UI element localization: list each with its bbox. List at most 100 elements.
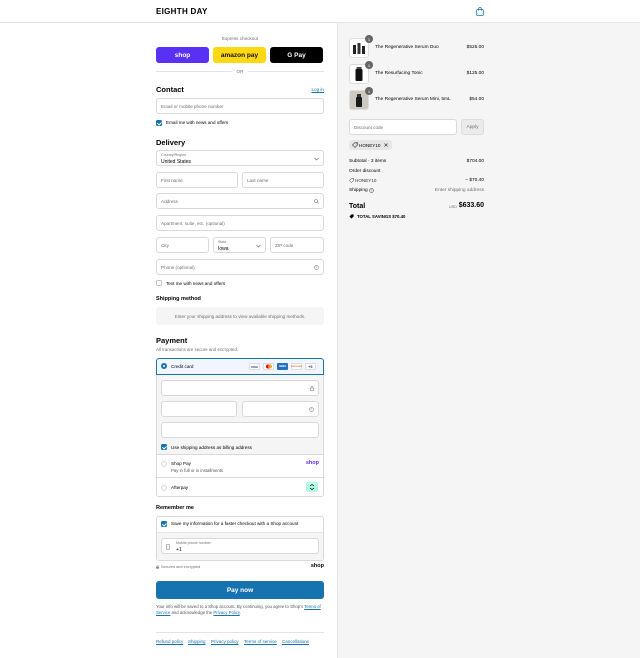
city-field[interactable]: City — [156, 237, 209, 253]
shop-pay-logo: shop — [305, 460, 319, 466]
shop-pay-option[interactable] — [156, 454, 324, 478]
order-discount-label: Order discount — [349, 169, 381, 174]
afterpay-label: Afterpay — [171, 485, 189, 490]
total-label: Total — [349, 203, 366, 210]
discount-amount: − $70.40 — [465, 178, 484, 183]
total-savings-label: TOTAL SAVINGS $70.40 — [357, 214, 405, 219]
apply-label: Apply — [466, 124, 479, 130]
item-price: $54.00 — [469, 97, 484, 102]
close-icon[interactable] — [384, 143, 388, 147]
item-price: $525.00 — [466, 45, 484, 50]
quantity-badge: 1 — [365, 87, 373, 95]
shipping-message-box: Enter your shipping address to view avai… — [156, 307, 324, 325]
state-select[interactable]: State Iowa — [213, 237, 266, 253]
country-select[interactable]: Country/Region United States — [156, 150, 324, 166]
discount-code-field[interactable]: Discount code — [349, 119, 457, 135]
save-info-checkbox[interactable] — [161, 521, 167, 527]
pay-note-period: . — [239, 610, 241, 615]
total-value: $633.60 — [458, 202, 484, 209]
help-icon[interactable]: ? — [309, 407, 314, 412]
address-field[interactable]: Address — [156, 193, 324, 209]
text-news-checkbox[interactable] — [156, 280, 162, 286]
item-name: The Regenerative Serum Duo — [375, 45, 439, 50]
text-news-label: Text me with news and offers — [166, 281, 226, 286]
terms-of-service-link[interactable]: Terms of service — [244, 639, 277, 644]
google-pay-button[interactable]: G Pay — [270, 47, 323, 63]
shop-pay-label: Shop Pay — [171, 461, 191, 466]
last-name-field[interactable]: Last name — [242, 172, 324, 188]
shopping-bag-icon[interactable] — [476, 7, 484, 16]
apartment-placeholder: Apartment, suite, etc. (optional) — [161, 220, 225, 226]
amazon-pay-button[interactable]: amazon pay — [213, 47, 266, 63]
pay-now-button[interactable]: Pay now — [156, 581, 324, 599]
billing-address-checkbox[interactable] — [161, 444, 167, 450]
shop-pay-radio[interactable] — [161, 461, 167, 467]
subtotal-value: $704.00 — [466, 159, 484, 164]
search-icon — [314, 199, 319, 204]
first-name-field[interactable]: First name — [156, 172, 238, 188]
lock-icon — [156, 565, 159, 569]
svg-text:?: ? — [311, 408, 313, 412]
brand-logo[interactable]: EIGHTH DAY — [156, 7, 208, 16]
afterpay-radio[interactable] — [161, 485, 167, 491]
phone-placeholder: Phone (optional) — [161, 264, 195, 270]
cancellations-link[interactable]: Cancellations — [282, 639, 309, 644]
more-cards-badge: +5 — [305, 363, 316, 370]
footer-divider — [156, 632, 324, 633]
pay-note: Your info will be saved to a Shop accoun… — [156, 604, 324, 616]
payment-heading: Payment — [156, 336, 188, 345]
chevron-down-icon — [314, 157, 319, 161]
help-icon[interactable]: ? — [369, 188, 374, 193]
shipping-heading: Shipping method — [156, 296, 201, 302]
contact-heading: Contact — [156, 85, 184, 94]
discount-tag-label: HONEY10 — [359, 142, 381, 148]
zip-field[interactable]: ZIP code — [270, 237, 324, 253]
mobile-phone-field[interactable]: Mobile phone number +1 — [161, 538, 319, 554]
email-field[interactable]: Email or mobile phone number — [156, 98, 324, 114]
privacy-policy-link[interactable]: Privacy policy — [211, 639, 239, 644]
country-value: United States — [161, 159, 192, 165]
mobile-phone-value: +1 — [176, 547, 182, 553]
quantity-badge: 1 — [365, 61, 373, 69]
savings-tag-icon — [349, 214, 354, 219]
state-label: State — [218, 240, 227, 244]
quantity-badge: 1 — [365, 35, 373, 43]
name-on-card-field[interactable] — [161, 422, 319, 438]
save-info-label: Save my information for a faster checkou… — [171, 521, 299, 526]
shipping-label: Shipping — [349, 188, 368, 193]
first-name-placeholder: First name — [161, 177, 183, 183]
privacy-link[interactable]: Privacy Policy — [213, 610, 239, 615]
shop-pay-button[interactable]: shop — [156, 47, 209, 63]
apply-button[interactable]: Apply — [461, 119, 484, 135]
expiration-field[interactable] — [161, 401, 237, 417]
remember-heading: Remember me — [156, 505, 194, 511]
discount-code-applied: HONEY10 — [355, 178, 377, 183]
security-code-field[interactable]: ? — [242, 401, 319, 417]
help-icon[interactable]: ? — [314, 265, 319, 270]
mastercard-icon — [263, 363, 274, 370]
delivery-heading: Delivery — [156, 138, 186, 147]
tag-icon — [352, 142, 358, 148]
card-number-field[interactable] — [161, 380, 319, 396]
shop-pay-sublabel: Pay in full or in installments — [171, 468, 224, 473]
city-placeholder: City — [161, 242, 169, 248]
email-news-checkbox[interactable] — [156, 120, 162, 126]
mobile-phone-label: Mobile phone number — [176, 541, 211, 545]
svg-text:?: ? — [371, 189, 373, 193]
discount-code-placeholder: Discount code — [354, 124, 384, 130]
secure-label: Secured and encrypted — [161, 565, 201, 569]
shipping-link[interactable]: Shipping — [188, 639, 206, 644]
credit-card-radio[interactable] — [161, 363, 167, 369]
billing-address-label: Use shipping address as billing address — [171, 445, 252, 450]
chevron-down-icon — [256, 244, 261, 248]
express-checkout-label: Express checkout — [221, 36, 259, 41]
refund-policy-link[interactable]: Refund policy — [156, 639, 183, 644]
shipping-message: Enter your shipping address to view avai… — [174, 313, 306, 319]
pay-now-label: Pay now — [226, 586, 254, 594]
phone-field[interactable]: Phone (optional) ? — [156, 259, 324, 275]
last-name-placeholder: Last name — [247, 177, 269, 183]
apartment-field[interactable]: Apartment, suite, etc. (optional) — [156, 215, 324, 231]
login-link[interactable]: Log in — [300, 87, 324, 92]
item-price: $125.00 — [466, 71, 484, 76]
pay-note-text-2: and acknowledge the — [171, 610, 213, 615]
